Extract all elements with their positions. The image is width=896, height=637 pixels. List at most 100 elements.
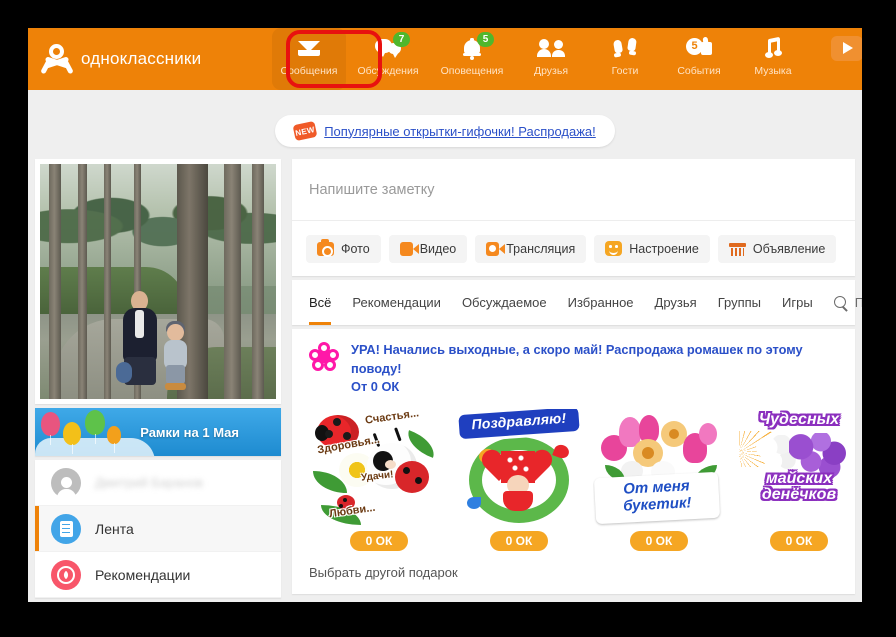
nav-item-messages[interactable]: Сообщения <box>272 28 346 90</box>
megaphone-icon <box>728 242 746 256</box>
profile-photo <box>40 164 276 399</box>
post-line-2: От 0 ОК <box>351 379 400 395</box>
promo-banner-row: NEW Популярные открытки-гифочки! Распрод… <box>28 90 862 147</box>
gift-price-4: 0 ОК <box>769 530 829 551</box>
gift-card-2[interactable]: Поздравляю! 0 ОК <box>453 408 585 551</box>
smiley-icon <box>605 241 623 256</box>
profile-photo-card[interactable] <box>35 159 281 404</box>
feed-icon <box>51 513 81 544</box>
holiday-frames-banner[interactable]: Рамки на 1 Мая <box>35 408 281 456</box>
composer-photo-label: Фото <box>341 241 370 256</box>
nav-label-guests: Гости <box>611 65 639 77</box>
composer-ad-button[interactable]: Объявление <box>717 234 837 263</box>
tab-games[interactable]: Игры <box>782 280 813 325</box>
gift-price-3: 0 ОК <box>629 530 689 551</box>
feed-post: УРА! Начались выходные, а скоро май! Рас… <box>292 329 855 594</box>
composer-action-buttons: Фото Видео Трансляция Настроение Объявле… <box>292 221 855 276</box>
compass-icon <box>51 559 81 590</box>
gift-art-ladybugs: Счастья... Здоровья... Удачи! Любви... <box>313 409 445 527</box>
main-column: Напишите заметку Фото Видео Трансляция Н… <box>292 159 862 598</box>
gift-art-lilac: Чудесных майских денёчков <box>733 409 862 527</box>
nav-item-video[interactable] <box>810 28 862 90</box>
composer-mood-label: Настроение <box>629 241 699 256</box>
nav-item-friends[interactable]: Друзья <box>514 28 588 90</box>
nav-label-discussions: Обсуждения <box>357 65 419 77</box>
gift-price-2: 0 ОК <box>489 530 549 551</box>
gift-art-bouquet: От меня букетик! <box>593 409 725 527</box>
composer-mood-button[interactable]: Настроение <box>594 234 710 263</box>
nav-item-events[interactable]: 5 События <box>662 28 736 90</box>
search-icon <box>833 295 848 310</box>
post-line-1: УРА! Начались выходные, а скоро май! Рас… <box>351 342 803 376</box>
left-sidebar: Рамки на 1 Мая Дмитрий Баранов Лента Рек… <box>35 159 281 598</box>
tab-favorites[interactable]: Избранное <box>568 280 634 325</box>
page-body: NEW Популярные открытки-гифочки! Распрод… <box>28 90 862 602</box>
badge-notifications: 5 <box>477 32 494 47</box>
post-header: УРА! Начались выходные, а скоро май! Рас… <box>309 341 838 397</box>
promo-link[interactable]: Популярные открытки-гифочки! Распродажа! <box>324 124 596 139</box>
video-camera-icon <box>399 241 419 256</box>
footprints-icon <box>588 36 662 60</box>
music-note-icon <box>736 36 810 60</box>
gift-card-1[interactable]: Счастья... Здоровья... Удачи! Любви... 0… <box>313 409 445 551</box>
sidebar-label-profile: Дмитрий Баранов <box>95 475 203 490</box>
nav-item-discussions[interactable]: 7 Обсуждения <box>346 28 430 90</box>
composer-video-button[interactable]: Видео <box>388 234 468 263</box>
thumbs-up-icon: 5 <box>662 36 736 60</box>
ok-logo-icon <box>40 44 74 75</box>
tab-groups[interactable]: Группы <box>718 280 761 325</box>
envelope-icon <box>272 36 346 60</box>
nav-label-messages: Сообщения <box>280 65 338 77</box>
top-navigation-bar: одноклассники Сообщения 7 Обсуждения 5 О… <box>28 28 862 90</box>
holiday-banner-label: Рамки на 1 Мая <box>140 424 239 440</box>
composer-broadcast-button[interactable]: Трансляция <box>475 234 587 263</box>
brand-logo-area[interactable]: одноклассники <box>28 28 272 90</box>
tab-all[interactable]: Всё <box>309 280 332 325</box>
content-columns: Рамки на 1 Мая Дмитрий Баранов Лента Рек… <box>28 147 862 598</box>
composer-ad-label: Объявление <box>752 241 826 256</box>
nav-label-events: События <box>677 65 721 77</box>
sidebar-item-profile[interactable]: Дмитрий Баранов <box>35 460 281 506</box>
gift-price-1: 0 ОК <box>349 530 409 551</box>
bell-icon <box>430 36 514 60</box>
brand-name: одноклассники <box>81 49 202 68</box>
video-play-icon <box>810 35 862 61</box>
gift-caption-3: От меня букетик! <box>622 476 692 515</box>
gift-card-3[interactable]: От меня букетик! 0 ОК <box>593 409 725 551</box>
badge-discussions: 7 <box>393 32 410 47</box>
gift-card-4[interactable]: Чудесных майских денёчков 0 ОК <box>733 409 862 551</box>
tab-recommendations[interactable]: Рекомендации <box>352 280 441 325</box>
composer-video-label: Видео <box>419 241 457 256</box>
note-input[interactable]: Напишите заметку <box>292 159 855 221</box>
post-text: УРА! Начались выходные, а скоро май! Рас… <box>351 341 838 397</box>
nav-item-guests[interactable]: Гости <box>588 28 662 90</box>
search-label: Поиск <box>854 295 862 310</box>
broadcast-icon <box>486 241 506 256</box>
composer-photo-button[interactable]: Фото <box>306 234 381 263</box>
sidebar-label-feed: Лента <box>95 520 134 537</box>
screenshot-root: одноклассники Сообщения 7 Обсуждения 5 О… <box>0 0 896 637</box>
people-icon <box>514 36 588 60</box>
nav-item-notifications[interactable]: 5 Оповещения <box>430 28 514 90</box>
composer-broadcast-label: Трансляция <box>506 241 576 256</box>
new-badge-icon: NEW <box>292 120 318 142</box>
browser-viewport: одноклассники Сообщения 7 Обсуждения 5 О… <box>28 28 862 602</box>
person-icon <box>51 467 81 498</box>
nav-item-music[interactable]: Музыка <box>736 28 810 90</box>
chat-bubbles-icon <box>346 36 430 60</box>
sidebar-menu: Дмитрий Баранов Лента Рекомендации <box>35 460 281 598</box>
tab-friends[interactable]: Друзья <box>655 280 697 325</box>
gift-list: Счастья... Здоровья... Удачи! Любви... 0… <box>309 408 847 551</box>
sidebar-item-feed[interactable]: Лента <box>35 506 281 552</box>
feed-filter-tabs: Всё Рекомендации Обсуждаемое Избранное Д… <box>292 280 862 325</box>
gift-caption-2: Поздравляю! <box>470 409 567 432</box>
nav-label-music: Музыка <box>754 65 792 77</box>
choose-other-gift-link[interactable]: Выбрать другой подарок <box>309 565 838 580</box>
sidebar-item-recommendations[interactable]: Рекомендации <box>35 552 281 598</box>
nav-label-friends: Друзья <box>533 65 569 77</box>
sidebar-label-recommendations: Рекомендации <box>95 566 191 583</box>
post-composer: Напишите заметку Фото Видео Трансляция Н… <box>292 159 855 276</box>
tab-discussed[interactable]: Обсуждаемое <box>462 280 547 325</box>
promo-banner[interactable]: NEW Популярные открытки-гифочки! Распрод… <box>275 115 615 147</box>
feed-search[interactable]: Поиск <box>833 295 862 310</box>
